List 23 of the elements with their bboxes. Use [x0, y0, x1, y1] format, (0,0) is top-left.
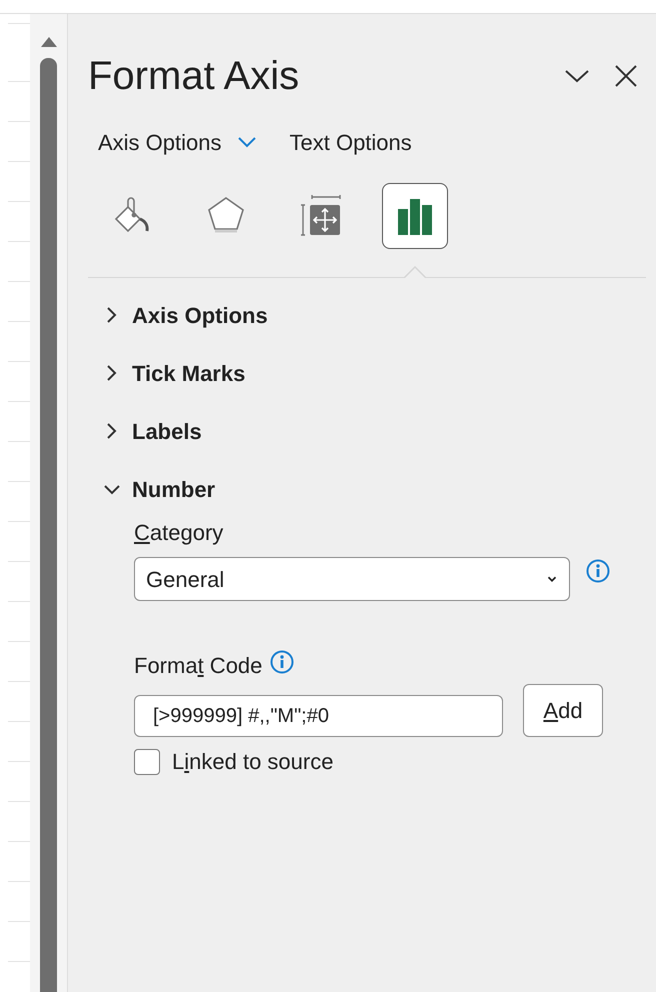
tab[interactable]: Text Options — [290, 126, 412, 159]
info-icon[interactable] — [270, 650, 294, 674]
size-properties-icon — [300, 195, 342, 237]
info-icon[interactable] — [586, 559, 610, 583]
format-code-field[interactable]: [>999999] #,,"M";#0 — [134, 695, 503, 737]
checkbox-label: Linked to source — [172, 748, 334, 776]
section-header[interactable]: Axis Options — [104, 286, 268, 344]
add-button[interactable]: Add — [523, 684, 603, 737]
scroll-up-arrow-icon[interactable] — [40, 36, 58, 48]
pane-title: Format Axis — [88, 53, 300, 100]
close-button[interactable] — [614, 64, 638, 88]
dropdown-chevron-icon[interactable] — [238, 137, 256, 148]
section-header[interactable]: Labels — [104, 402, 202, 460]
section-header[interactable]: Number — [104, 460, 216, 518]
scrollbar-thumb[interactable] — [40, 58, 57, 992]
tab[interactable]: Axis Options — [98, 126, 256, 159]
section-header[interactable]: Tick Marks — [104, 344, 246, 402]
scrollbar[interactable] — [30, 14, 68, 992]
field-label: Category — [134, 519, 224, 547]
format-tab[interactable] — [382, 183, 448, 249]
category-dropdown[interactable]: General — [134, 557, 570, 601]
field-label: Format Code — [134, 652, 262, 680]
checkbox[interactable] — [134, 748, 160, 774]
